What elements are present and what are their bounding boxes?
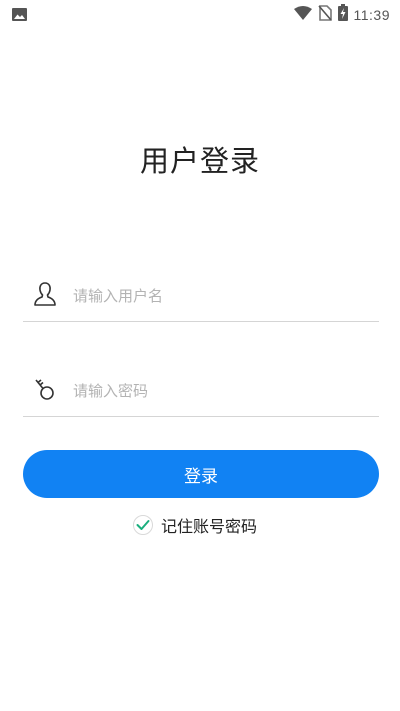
page-title: 用户登录 [139,144,260,178]
login-button[interactable]: 登录 [23,450,379,498]
wifi-icon [293,5,312,24]
password-input[interactable] [73,368,369,414]
remember-label: 记住账号密码 [161,517,258,536]
username-input[interactable] [73,273,369,319]
image-icon [12,6,27,25]
no-sim-icon [317,4,332,25]
remember-checkbox[interactable]: 记住账号密码 [133,513,257,537]
login-button-label: 登录 [184,466,218,487]
username-field [23,273,379,322]
status-bar: 11:39 [0,0,400,26]
battery-charging-icon [337,4,348,25]
checkmark-icon[interactable] [133,515,153,535]
user-icon [33,281,57,309]
password-field [23,368,379,417]
status-time: 11:39 [353,6,390,23]
key-icon [33,376,57,404]
